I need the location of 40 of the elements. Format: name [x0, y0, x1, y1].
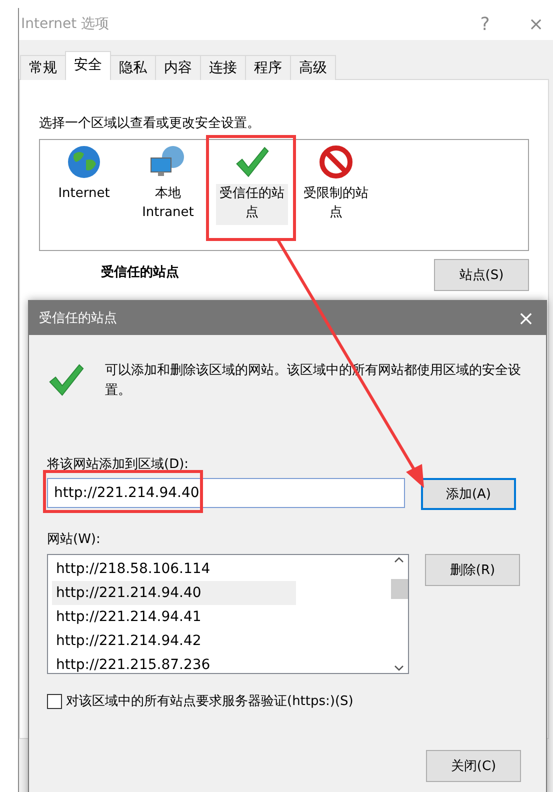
- zone-title: 受信任的站点: [101, 264, 180, 282]
- close-button[interactable]: ×: [513, 14, 553, 34]
- zone-item[interactable]: 受信任的站点: [216, 184, 288, 225]
- checkbox-label: 对该区域中的所有站点要求服务器验证(https:)(S): [66, 693, 354, 710]
- sites-button[interactable]: 站点(S): [434, 259, 529, 291]
- zone-item[interactable]: Internet: [48, 184, 120, 206]
- tab[interactable]: 常规: [20, 55, 66, 80]
- close-button[interactable]: ×: [506, 306, 546, 330]
- scroll-thumb[interactable]: [390, 579, 408, 599]
- add-site-label: 将该网站添加到区域(D):: [47, 456, 190, 473]
- tab[interactable]: 安全: [65, 51, 111, 80]
- sites-list[interactable]: http://218.58.106.114 http://221.214.94.40 http://221.214.94.41 http://221.214.94.42 http://221.215.87.236: [47, 554, 409, 674]
- site-item[interactable]: http://221.214.94.41: [52, 605, 296, 629]
- scroll-down-icon[interactable]: [394, 665, 404, 671]
- sites-label: 网站(W):: [47, 531, 102, 548]
- site-input-field[interactable]: http://221.214.94.40: [47, 478, 405, 508]
- tab[interactable]: 程序: [245, 55, 291, 80]
- close-dialog-button[interactable]: 关闭(C): [426, 750, 521, 782]
- zone-item[interactable]: 受限制的站点: [300, 184, 372, 225]
- globe-icon: [66, 144, 102, 180]
- add-button[interactable]: 添加(A): [421, 478, 516, 510]
- checkbox[interactable]: [47, 694, 62, 708]
- remove-button[interactable]: 删除(R): [425, 554, 520, 586]
- check-icon: [234, 144, 270, 180]
- dialog-title: 受信任的站点: [39, 310, 118, 327]
- tab[interactable]: 隐私: [110, 55, 156, 80]
- tab[interactable]: 高级: [290, 55, 336, 80]
- scroll-up-icon[interactable]: [394, 557, 404, 563]
- site-item[interactable]: http://221.214.94.42: [52, 629, 296, 653]
- zone-prompt: 选择一个区域以查看或更改安全设置。: [39, 115, 261, 131]
- tab[interactable]: 连接: [200, 55, 246, 80]
- site-item[interactable]: http://218.58.106.114: [52, 557, 296, 581]
- site-item[interactable]: http://221.215.87.236: [52, 653, 296, 673]
- help-button[interactable]: ?: [457, 14, 513, 34]
- prohibited-icon: [318, 144, 354, 180]
- check-icon: [47, 361, 85, 399]
- zone-item[interactable]: 本地 Intranet: [132, 184, 204, 225]
- window-title: Internet 选项: [21, 15, 110, 33]
- tab[interactable]: 内容: [155, 55, 201, 80]
- site-item[interactable]: http://221.214.94.40: [52, 581, 296, 605]
